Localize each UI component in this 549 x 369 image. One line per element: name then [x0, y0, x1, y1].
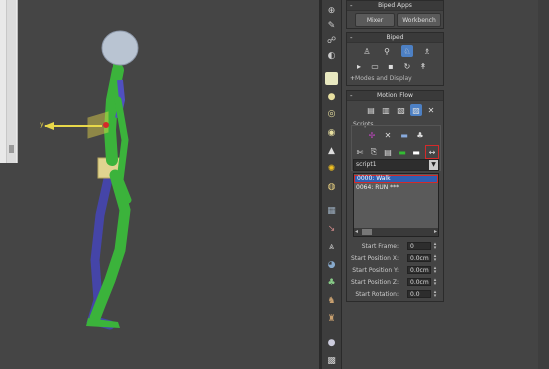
clip-list-scrollbar[interactable]: ◂ ▸: [354, 228, 438, 236]
convert-icon[interactable]: ↻: [401, 60, 413, 72]
start-position-x-spinner[interactable]: ▴ ▾: [432, 254, 438, 263]
blend-icon[interactable]: ▬: [410, 146, 422, 158]
scroll-thumb[interactable]: [362, 229, 372, 235]
modes-display-text: Modes and Display: [355, 75, 412, 82]
globe-icon[interactable]: ◕: [325, 258, 338, 271]
start-rotation-input[interactable]: 0.0: [407, 290, 431, 298]
biped-apps-header[interactable]: - Biped Apps: [347, 1, 443, 11]
cone-icon[interactable]: ▲: [325, 144, 338, 157]
torus-icon[interactable]: ◎: [325, 107, 338, 120]
sun-icon[interactable]: ✺: [325, 162, 338, 175]
motion-flow-header[interactable]: - Motion Flow: [347, 91, 443, 101]
start-position-y-input[interactable]: 0.0cm: [407, 266, 431, 274]
start-position-x-label: Start Position X:: [351, 255, 399, 262]
start-position-z-spinner[interactable]: ▴ ▾: [432, 278, 438, 287]
edit-transition-icon[interactable]: ↔: [425, 145, 439, 159]
show-graph-icon[interactable]: ▨: [410, 104, 422, 116]
biped-rollout: - Biped ♙ ⚲ ♘ ♗ ▸ ▭ ▪ ↻ ↟ +Modes and Dis…: [346, 32, 444, 86]
script-select-value: script1: [356, 161, 377, 168]
collapse-icon[interactable]: -: [350, 92, 353, 100]
mixer-mode-icon[interactable]: ♗: [421, 45, 433, 57]
create-transitions-icon[interactable]: ✕: [425, 104, 437, 116]
scroll-left-icon[interactable]: ◂: [355, 228, 358, 235]
collapse-icon[interactable]: -: [350, 2, 353, 10]
motion-flow-mode-icon[interactable]: ♘: [401, 45, 413, 57]
start-rotation-label: Start Rotation:: [355, 291, 399, 298]
append-icon[interactable]: ▥: [380, 104, 392, 116]
sphere-icon[interactable]: ●: [325, 90, 338, 103]
collapse-icon[interactable]: -: [350, 34, 353, 42]
script-select[interactable]: script1 ▼: [353, 159, 439, 171]
motion-icon[interactable]: ◐: [325, 49, 338, 62]
footstep-mode-icon[interactable]: ⚲: [381, 45, 393, 57]
disc-icon[interactable]: ◍: [325, 180, 338, 193]
clip-list[interactable]: 0000: Walk 0064: RUN *** ◂ ▸: [353, 173, 439, 237]
modify-icon[interactable]: ✎: [325, 19, 338, 32]
scroll-right-icon[interactable]: ▸: [434, 228, 437, 235]
figure-icon[interactable]: ♜: [325, 312, 338, 325]
plant-icon[interactable]: ♣: [325, 276, 338, 289]
start-frame-label: Start Frame:: [361, 243, 399, 250]
command-tool-column: ⊕ ✎ ☍ ◐ ● ◎ ◉ ▲ ✺ ◍ ▦ ↘ ⩓ ◕ ♣ ♞ ♜ ● ▩: [322, 0, 342, 369]
eye-icon[interactable]: ◉: [325, 126, 338, 139]
biped-header[interactable]: - Biped: [347, 33, 443, 43]
start-position-y-spinner[interactable]: ▴ ▾: [432, 266, 438, 275]
save-mfe-icon[interactable]: ▧: [395, 104, 407, 116]
command-panel-scrollbar[interactable]: [538, 0, 549, 369]
command-panel: - Biped Apps Mixer Workbench - Biped ♙ ⚲…: [342, 0, 549, 369]
insert-icon[interactable]: ▬: [398, 129, 410, 141]
ball-icon[interactable]: ●: [325, 336, 338, 349]
biped-apps-title: Biped Apps: [378, 2, 412, 9]
add-clip-icon[interactable]: ♣: [414, 129, 426, 141]
gizmo-center: [103, 122, 109, 128]
horse-icon[interactable]: ♞: [325, 294, 338, 307]
gizmo-y-label: y: [40, 121, 44, 128]
clip-list-item-selected[interactable]: 0000: Walk: [354, 175, 438, 183]
motion-flow-rollout: - Motion Flow ▤ ▥ ▧ ▨ ✕ Scripts ✢ ✕ ▬ ♣ …: [346, 90, 444, 302]
transition-icon[interactable]: ▬: [396, 146, 408, 158]
grid-small-icon[interactable]: ▩: [325, 354, 338, 367]
box-icon[interactable]: [325, 72, 338, 85]
modes-display-label[interactable]: +Modes and Display: [350, 75, 412, 82]
start-position-z-input[interactable]: 0.0cm: [407, 278, 431, 286]
start-frame-spinner[interactable]: ▴ ▾: [432, 242, 438, 251]
mixer-button[interactable]: Mixer: [355, 13, 395, 27]
biped-head: [101, 30, 139, 66]
cut-icon[interactable]: ✄: [354, 146, 366, 158]
paste-icon[interactable]: ▤: [382, 146, 394, 158]
clip-list-item[interactable]: 0064: RUN ***: [356, 184, 399, 191]
biped-apps-rollout: - Biped Apps Mixer Workbench: [346, 0, 444, 29]
move-all-icon[interactable]: ↟: [417, 60, 429, 72]
load-file-icon[interactable]: ▭: [369, 60, 381, 72]
start-position-x-input[interactable]: 0.0cm: [407, 254, 431, 262]
load-mfe-icon[interactable]: ▤: [365, 104, 377, 116]
grid-icon[interactable]: ▦: [325, 204, 338, 217]
figure-mode-icon[interactable]: ♙: [361, 45, 373, 57]
save-file-icon[interactable]: ▪: [385, 60, 397, 72]
chevron-down-icon[interactable]: ▼: [429, 160, 438, 170]
play-biped-icon[interactable]: ▸: [353, 60, 365, 72]
biped-title: Biped: [386, 34, 404, 41]
gizmo-x-arrow: [44, 122, 54, 130]
delete-clip-icon[interactable]: ✕: [382, 129, 394, 141]
motion-flow-title: Motion Flow: [377, 92, 413, 99]
workbench-button[interactable]: Workbench: [397, 13, 441, 27]
tripod-icon[interactable]: ⩓: [325, 240, 338, 253]
start-position-z-label: Start Position Z:: [351, 279, 399, 286]
define-script-icon[interactable]: ✢: [366, 129, 378, 141]
start-frame-input[interactable]: 0: [407, 242, 431, 250]
start-rotation-spinner[interactable]: ▴ ▾: [432, 290, 438, 299]
start-position-y-label: Start Position Y:: [352, 267, 399, 274]
pipe-icon[interactable]: ↘: [325, 222, 338, 235]
copy-icon[interactable]: ⎘: [368, 146, 380, 158]
hierarchy-icon[interactable]: ☍: [325, 34, 338, 47]
viewport[interactable]: y: [0, 0, 319, 369]
biped-figure[interactable]: y: [0, 0, 319, 369]
create-icon[interactable]: ⊕: [325, 4, 338, 17]
